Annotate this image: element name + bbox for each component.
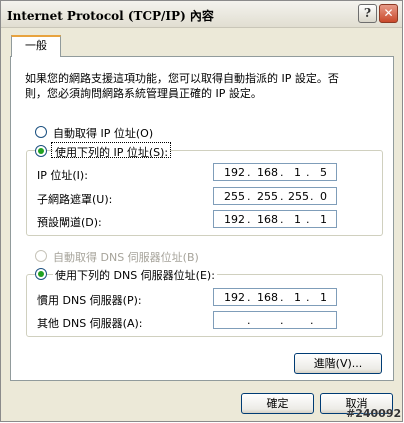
ip-address-field[interactable]: 192. 168. 1. 5 (213, 163, 337, 181)
close-button[interactable]: ✕ (379, 4, 398, 23)
window-title: Internet Protocol (TCP/IP) 內容 (7, 9, 214, 23)
auto-ip-radio[interactable] (35, 126, 47, 138)
preferred-dns-field[interactable]: 192. 168. 1. 1 (213, 288, 337, 306)
auto-dns-radio (35, 250, 47, 262)
default-gateway-label: 預設閘道(D): (37, 216, 102, 229)
help-button[interactable]: ? (358, 4, 377, 23)
description-line-1: 如果您的網路支援這項功能，您可以取得自動指派的 IP 設定。否 (25, 72, 339, 85)
alternate-dns-label: 其他 DNS 伺服器(A): (37, 317, 143, 330)
auto-ip-label[interactable]: 自動取得 IP 位址(O) (53, 125, 153, 141)
tab-general[interactable]: 一般 (11, 35, 61, 57)
watermark-id: #240092 (346, 407, 402, 420)
auto-dns-label: 自動取得 DNS 伺服器位址(B) (53, 251, 199, 264)
subnet-mask-label: 子網路遮罩(U): (37, 193, 113, 206)
ok-button[interactable]: 確定 (241, 393, 314, 414)
tab-panel-general: 如果您的網路支援這項功能，您可以取得自動指派的 IP 設定。否 則，您必須詢問網… (10, 56, 394, 381)
preferred-dns-label: 慣用 DNS 伺服器(P): (37, 294, 142, 307)
ip-address-label: IP 位址(I): (37, 169, 88, 182)
default-gateway-field[interactable]: 192. 168. 1. 1 (213, 210, 337, 228)
manual-dns-radio[interactable] (35, 268, 47, 280)
focus-rectangle (51, 142, 171, 158)
title-bar[interactable]: Internet Protocol (TCP/IP) 內容 ? ✕ (1, 1, 402, 28)
alternate-dns-field[interactable]: . . . (213, 311, 337, 329)
advanced-button[interactable]: 進階(V)... (294, 353, 382, 374)
manual-ip-radio[interactable] (35, 145, 47, 157)
description-line-2: 則，您必須詢問網路系統管理員正確的 IP 設定。 (25, 87, 262, 100)
subnet-mask-field[interactable]: 255. 255. 255. 0 (213, 187, 337, 205)
manual-dns-label[interactable]: 使用下列的 DNS 伺服器位址(E): (53, 267, 217, 283)
dialog-window: Internet Protocol (TCP/IP) 內容 ? ✕ 一般 如果您… (0, 0, 403, 422)
